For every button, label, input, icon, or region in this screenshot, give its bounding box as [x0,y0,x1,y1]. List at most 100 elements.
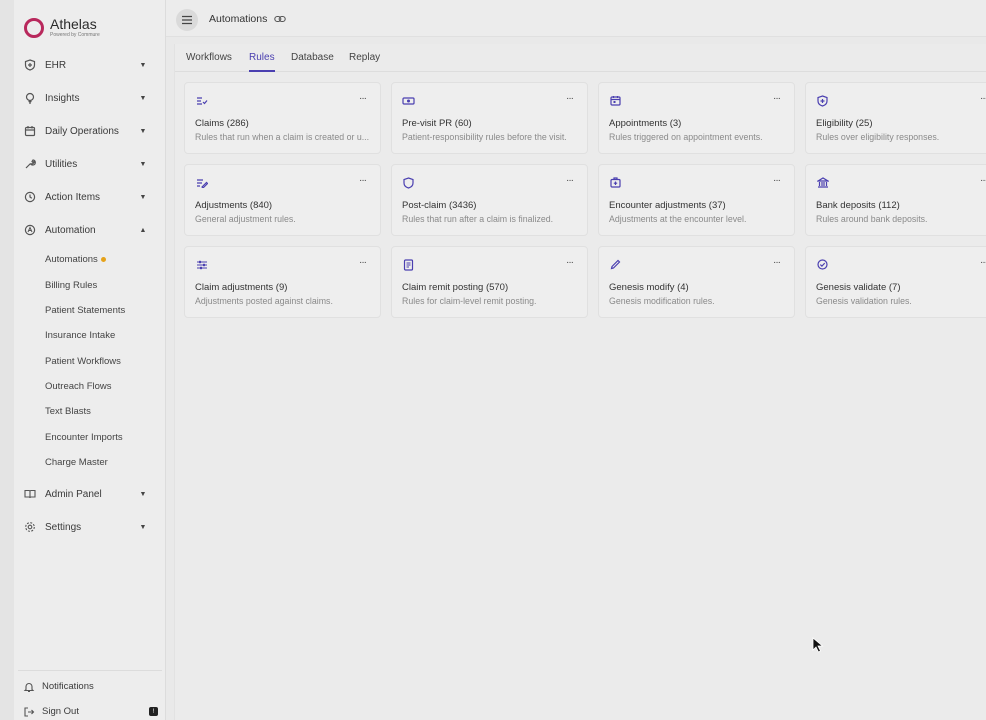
card-description: Rules for claim-level remit posting. [402,296,537,306]
shield-plus-icon [816,94,829,107]
sidebar-subitem-encounter-imports[interactable]: Encounter Imports [45,432,123,443]
sidebar-subitem-patient-workflows[interactable]: Patient Workflows [45,356,121,367]
calendar-check-icon [609,94,622,107]
status-dot [100,256,106,262]
sidebar-subitem-billing-rules[interactable]: Billing Rules [45,280,97,291]
more-options-button[interactable]: ··· [359,257,367,268]
rule-card-pre-visit-pr[interactable]: ··· Pre-visit PR (60) Patient-responsibi… [391,82,588,154]
sidebar-item-automation[interactable]: Automation ▲ [14,219,166,241]
feedback-badge-icon[interactable]: ! [149,707,158,716]
more-options-button[interactable]: ··· [359,93,367,104]
list-edit-icon [195,176,208,189]
card-description: Genesis validation rules. [816,296,912,306]
rule-card-eligibility[interactable]: ··· Eligibility (25) Rules over eligibil… [805,82,986,154]
chevron-down-icon[interactable]: ▼ [138,522,148,532]
sidebar-item-label: Daily Operations [45,125,119,137]
more-options-button[interactable]: ··· [566,175,574,186]
chevron-down-icon[interactable]: ▼ [138,159,148,169]
card-description: Adjustments at the encounter level. [609,214,747,224]
sidebar-subitem-automations[interactable]: Automations [45,254,106,265]
chevron-down-icon[interactable]: ▼ [138,192,148,202]
medical-bag-icon [609,176,622,189]
pencil-icon [609,258,622,271]
sidebar-item-admin-panel[interactable]: Admin Panel ▼ [14,483,166,505]
rule-card-genesis-modify[interactable]: ··· Genesis modify (4) Genesis modificat… [598,246,795,318]
card-description: Rules that run after a claim is finalize… [402,214,554,224]
rule-card-claims[interactable]: ··· Claims (286) Rules that run when a c… [184,82,381,154]
sidebar-subitem-insurance-intake[interactable]: Insurance Intake [45,330,115,341]
more-options-button[interactable]: ··· [773,93,781,104]
rule-card-appointments[interactable]: ··· Appointments (3) Rules triggered on … [598,82,795,154]
chevron-down-icon[interactable]: ▼ [138,489,148,499]
sidebar-item-settings[interactable]: Settings ▼ [14,516,166,538]
card-title: Encounter adjustments (37) [609,200,726,211]
more-options-button[interactable]: ··· [980,93,986,104]
sidebar-item-label: Settings [45,521,82,533]
sidebar-subitem-charge-master[interactable]: Charge Master [45,457,108,468]
sidebar-divider [18,670,162,671]
menu-toggle-button[interactable] [176,9,198,31]
tab-replay[interactable]: Replay [349,52,380,72]
mouse-cursor-icon [812,637,824,653]
notifications-button[interactable]: Notifications [14,678,166,696]
tab-rules[interactable]: Rules [249,52,275,72]
sliders-icon [195,258,208,271]
brand-name: Athelas [50,16,97,32]
sidebar-item-insights[interactable]: Insights ▼ [14,87,166,109]
subitem-label: Automations [45,254,98,265]
more-options-button[interactable]: ··· [980,257,986,268]
card-description: Rules triggered on appointment events. [609,132,763,142]
money-icon [402,94,415,107]
chevron-up-icon[interactable]: ▲ [138,225,148,235]
sidebar-subitem-outreach-flows[interactable]: Outreach Flows [45,381,112,392]
sidebar-item-utilities[interactable]: Utilities ▼ [14,153,166,175]
rule-card-adjustments[interactable]: ··· Adjustments (840) General adjustment… [184,164,381,236]
bank-icon [816,176,829,189]
check-circle-icon [816,258,829,271]
sign-out-button[interactable]: Sign Out ! [14,703,166,720]
rule-card-claim-remit-posting[interactable]: ··· Claim remit posting (570) Rules for … [391,246,588,318]
more-options-button[interactable]: ··· [359,175,367,186]
card-title: Bank deposits (112) [816,200,900,211]
more-options-button[interactable]: ··· [773,175,781,186]
checklist-icon [195,94,208,107]
hamburger-icon [182,15,192,25]
rule-card-post-claim[interactable]: ··· Post-claim (3436) Rules that run aft… [391,164,588,236]
sidebar-item-daily-operations[interactable]: Daily Operations ▼ [14,120,166,142]
sidebar: Athelas Powered by Commure EHR ▼ Insight… [14,0,166,720]
more-options-button[interactable]: ··· [980,175,986,186]
more-options-button[interactable]: ··· [773,257,781,268]
card-description: Rules around bank deposits. [816,214,928,224]
sidebar-subitem-text-blasts[interactable]: Text Blasts [45,406,91,417]
sidebar-subitem-patient-statements[interactable]: Patient Statements [45,305,125,316]
rule-card-genesis-validate[interactable]: ··· Genesis validate (7) Genesis validat… [805,246,986,318]
more-options-button[interactable]: ··· [566,93,574,104]
rule-card-bank-deposits[interactable]: ··· Bank deposits (112) Rules around ban… [805,164,986,236]
lightbulb-icon [23,91,37,105]
sidebar-item-label: Admin Panel [45,488,102,500]
tab-workflows[interactable]: Workflows [186,52,232,72]
tab-database[interactable]: Database [291,52,334,72]
more-options-button[interactable]: ··· [566,257,574,268]
rule-card-encounter-adjustments[interactable]: ··· Encounter adjustments (37) Adjustmen… [598,164,795,236]
window-edge [0,0,14,720]
card-description: General adjustment rules. [195,214,296,224]
card-title: Claims (286) [195,118,249,129]
automation-icon [23,223,37,237]
rule-card-claim-adjustments[interactable]: ··· Claim adjustments (9) Adjustments po… [184,246,381,318]
sidebar-item-action-items[interactable]: Action Items ▼ [14,186,166,208]
card-title: Genesis modify (4) [609,282,689,293]
chevron-down-icon[interactable]: ▼ [138,60,148,70]
sidebar-item-ehr[interactable]: EHR ▼ [14,54,166,76]
sidebar-item-label: Action Items [45,191,101,203]
card-title: Claim adjustments (9) [195,282,288,293]
sidebar-item-label: Automation [45,224,96,236]
chevron-down-icon[interactable]: ▼ [138,93,148,103]
calendar-icon [23,124,37,138]
link-icon[interactable] [274,13,286,25]
sidebar-item-label: Utilities [45,158,78,170]
sign-out-label: Sign Out [42,706,79,717]
page-title: Automations [209,13,268,25]
gear-icon [23,520,37,534]
chevron-down-icon[interactable]: ▼ [138,126,148,136]
